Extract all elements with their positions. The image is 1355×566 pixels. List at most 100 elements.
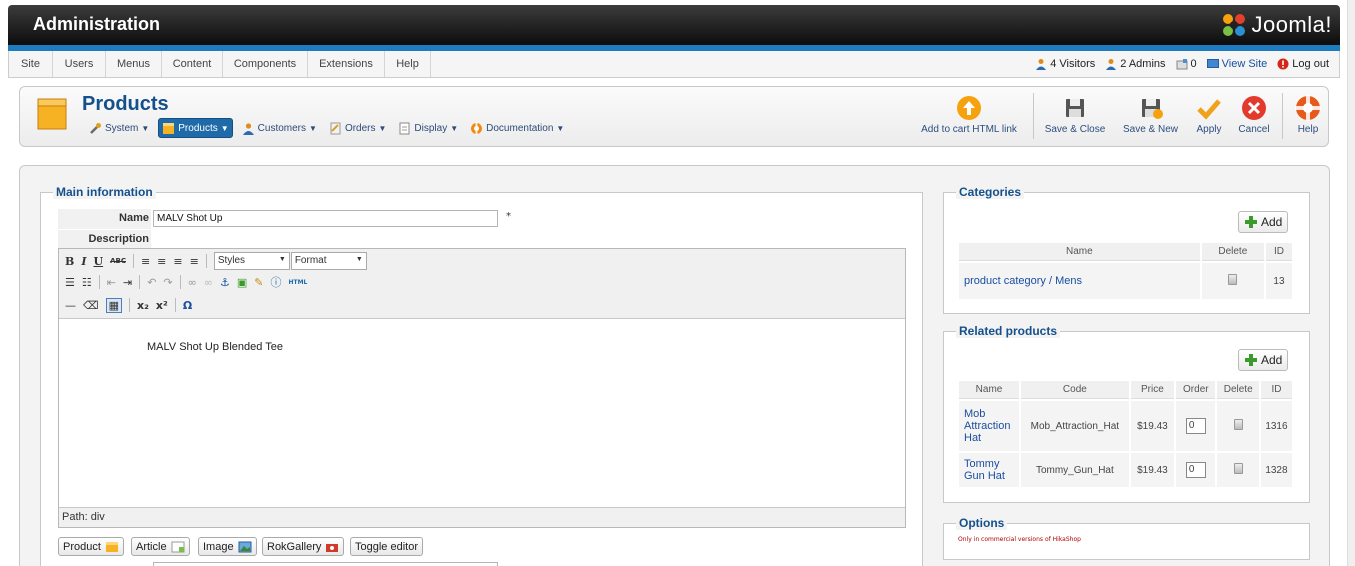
superscript-icon[interactable]: x² [156,299,168,312]
toggle-editor-label: Toggle editor [355,540,418,553]
bullet-list-icon[interactable]: ☰ [65,276,75,289]
align-right-icon[interactable]: ≡ [173,255,182,268]
editor-content[interactable]: MALV Shot Up Blended Tee [147,341,283,353]
main-information-legend: Main information [53,185,156,199]
order-input[interactable]: 0 [1185,418,1206,434]
related-product-name-link[interactable]: Tommy Gun Hat [959,453,1020,487]
menu-content[interactable]: Content [162,51,223,77]
logout-link[interactable]: Log out [1277,58,1329,70]
toggle-editor-button[interactable]: Toggle editor [350,537,423,556]
related-product-code: Mob_Attraction_Hat [1021,401,1129,451]
toolbar-divider [132,254,134,268]
related-product-name-link[interactable]: Mob Attraction Hat [959,401,1020,451]
horizontal-rule-icon[interactable]: — [65,299,76,312]
name-label: Name [58,209,151,229]
name-field[interactable]: MALV Shot Up [153,210,498,227]
add-to-cart-html-button[interactable]: Add to cart HTML link [916,95,1022,141]
messages-stat[interactable]: 0 [1176,58,1197,70]
insert-article-button[interactable]: Article [131,537,190,556]
trash-icon[interactable] [1233,419,1243,430]
cancel-button[interactable]: Cancel [1235,95,1273,141]
table-row: Mob Attraction Hat Mob_Attraction_Hat $1… [959,401,1292,451]
special-char-icon[interactable]: Ω [183,299,192,312]
numbered-list-icon[interactable]: ☷ [82,276,92,289]
image-icon [238,541,252,552]
undo-icon[interactable]: ↶ [147,276,156,289]
component-submenu: System ▼ Products ▼ Customers ▼ Orders ▼… [86,118,567,138]
view-site-link[interactable]: View Site [1206,58,1267,70]
related-product-price: $19.43 [1130,401,1175,451]
menu-extensions[interactable]: Extensions [308,51,385,77]
outdent-icon[interactable]: ⇤ [107,276,116,289]
indent-icon[interactable]: ⇥ [123,276,132,289]
save-new-button[interactable]: Save & New [1118,95,1183,141]
apply-button[interactable]: Apply [1190,95,1228,141]
joomla-logo-text: Joomla! [1251,12,1332,37]
anchor-icon[interactable]: ⚓ [220,276,230,289]
italic-icon[interactable]: I [81,255,86,268]
submenu-system[interactable]: System ▼ [86,118,152,138]
html-source-icon[interactable]: HTML [288,279,307,286]
article-icon [171,541,185,552]
styles-dropdown-label: Styles [217,255,246,266]
styles-dropdown[interactable]: Styles ▼ [213,252,290,270]
align-left-icon[interactable]: ≡ [141,255,150,268]
redo-icon[interactable]: ↷ [163,276,172,289]
rokgallery-button[interactable]: RokGallery [262,537,345,556]
joomla-logo[interactable]: Joomla! [1221,10,1332,40]
unlink-icon[interactable]: ∞ [204,276,213,289]
menu-site[interactable]: Site [9,51,53,77]
strikethrough-icon[interactable]: ABC [110,257,126,265]
help-circle-icon[interactable]: ⓘ [270,274,281,290]
editor-path-bar: Path: div [59,507,905,527]
delete-cell [1217,401,1259,451]
subscript-icon[interactable]: x₂ [137,299,149,312]
box-icon [163,122,175,134]
align-center-icon[interactable]: ≡ [157,255,166,268]
save-close-label: Save & Close [1044,124,1106,135]
product-icon [105,541,118,552]
checkmark-icon [1197,99,1221,120]
underline-icon[interactable]: U [93,255,103,268]
eraser-icon[interactable]: ⌫ [83,299,99,312]
toolbar-divider [128,298,130,312]
insert-image-icon[interactable]: ▣ [237,276,247,289]
related-product-price: $19.43 [1130,453,1175,487]
cleanup-icon[interactable]: ✎ [254,276,263,289]
delete-cell [1217,453,1259,487]
submenu-orders[interactable]: Orders ▼ [326,118,389,138]
toolbar-divider [139,275,141,289]
add-related-product-button[interactable]: Add [1238,349,1289,371]
visual-aid-icon[interactable]: ▦ [105,297,122,313]
save-close-button[interactable]: Save & Close [1041,95,1109,141]
next-field-input[interactable] [153,562,498,566]
order-input[interactable]: 0 [1185,462,1206,478]
table-row: Tommy Gun Hat Tommy_Gun_Hat $19.43 0 132… [959,453,1292,487]
menu-components[interactable]: Components [223,51,308,77]
submenu-display[interactable]: Display ▼ [395,118,461,138]
users-icon [242,122,254,135]
format-dropdown-label: Format [294,255,327,266]
wysiwyg-editor[interactable]: B I U ABC ≡ ≡ ≡ ≡ Styles ▼ Format ▼ ☰ ☷ … [58,248,906,528]
admin-user-icon [1106,59,1117,70]
submenu-products[interactable]: Products ▼ [158,118,233,138]
format-dropdown[interactable]: Format ▼ [290,252,367,270]
submenu-customers[interactable]: Customers ▼ [239,118,320,138]
align-justify-icon[interactable]: ≡ [190,255,199,268]
insert-image-button[interactable]: Image [198,537,257,556]
menu-help[interactable]: Help [385,51,431,77]
add-category-button[interactable]: Add [1238,211,1289,233]
menu-users[interactable]: Users [53,51,106,77]
menu-menus[interactable]: Menus [106,51,162,77]
options-note: Only in commercial versions of HikaShop [958,536,1081,543]
trash-icon[interactable] [1233,463,1243,474]
link-icon[interactable]: ∞ [188,276,197,289]
lifebuoy-icon [471,121,483,135]
help-button[interactable]: Help [1290,95,1326,141]
bold-icon[interactable]: B [65,255,74,268]
page-scrollbar[interactable] [1347,0,1355,566]
category-name-link[interactable]: product category / Mens [959,263,1200,299]
trash-icon[interactable] [1228,274,1238,285]
submenu-documentation[interactable]: Documentation ▼ [467,118,567,138]
insert-product-button[interactable]: Product [58,537,124,556]
